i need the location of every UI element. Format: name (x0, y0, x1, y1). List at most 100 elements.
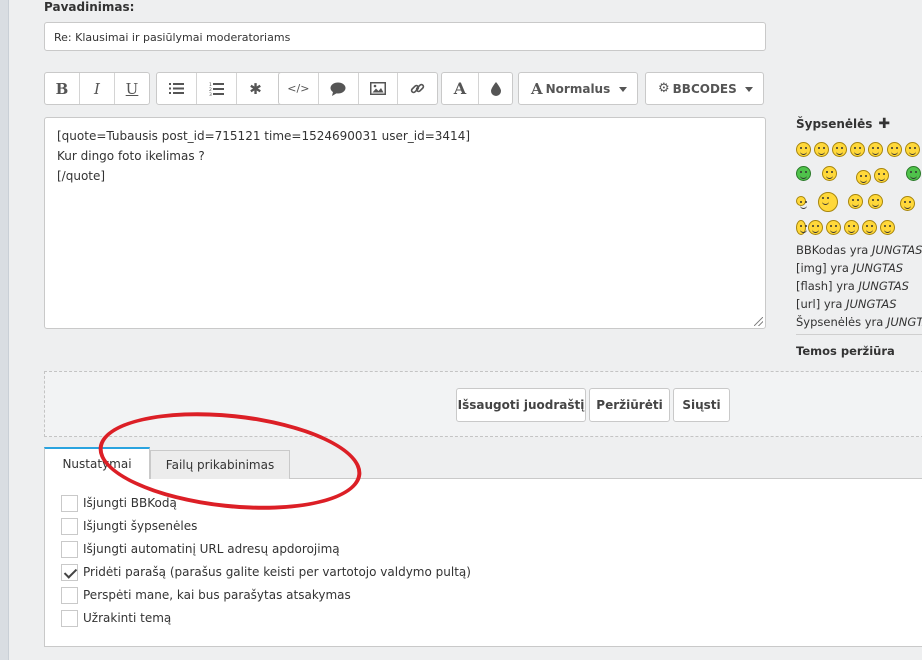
checkbox[interactable] (61, 540, 78, 558)
speech-bubble-icon (330, 82, 346, 96)
smilies-header: Šypsenėlės ✚ (796, 116, 922, 132)
link-button[interactable] (398, 73, 437, 104)
chevron-down-icon (619, 87, 627, 92)
left-edge-bar (0, 0, 9, 660)
option-disable-magic-url[interactable]: Išjungti automatinį URL adresų apdorojim… (61, 540, 340, 558)
option-notify-reply[interactable]: Perspėti mane, kai bus parašytas atsakym… (61, 586, 351, 604)
quote-button[interactable] (319, 73, 359, 104)
insert-button-group: </> (278, 72, 438, 105)
option-disable-bbcode[interactable]: Išjungti BBKodą (61, 494, 177, 512)
font-size-dropdown[interactable]: A Normalus (518, 72, 638, 105)
smiley-icon[interactable] (796, 220, 807, 235)
italic-button[interactable]: I (80, 73, 115, 104)
tab-attachments[interactable]: Failų prikabinimas (150, 450, 290, 479)
option-disable-smilies[interactable]: Išjungti šypsenėles (61, 517, 197, 535)
smiley-icon[interactable] (874, 168, 889, 183)
editor-line: [quote=Tubausis post_id=715121 time=1524… (57, 129, 471, 143)
color-button-group: A (441, 72, 513, 105)
checkbox[interactable] (61, 494, 78, 512)
smiley-icon[interactable] (796, 142, 811, 157)
smilies-grid (796, 138, 922, 242)
font-letter-icon: A (453, 79, 467, 98)
droplet-icon (490, 81, 501, 96)
sidebar-divider (796, 334, 922, 335)
checkbox[interactable] (61, 586, 78, 604)
bbcodes-dropdown[interactable]: ⚙ BBCODES (645, 72, 764, 105)
list-item-button[interactable]: ✱ (237, 73, 274, 104)
bullet-list-button[interactable] (157, 73, 197, 104)
resize-handle[interactable] (754, 317, 763, 326)
settings-panel: Išjungti BBKodą Išjungti šypsenėles Išju… (44, 479, 922, 647)
smilies-title: Šypsenėlės (796, 117, 873, 131)
svg-text:3: 3 (209, 92, 212, 96)
checkbox-checked[interactable] (61, 563, 78, 581)
smiley-icon[interactable] (814, 142, 829, 157)
message-editor[interactable]: [quote=Tubausis post_id=715121 time=1524… (44, 117, 766, 329)
option-attach-signature[interactable]: Pridėti parašą (parašus galite keisti pe… (61, 563, 471, 581)
smiley-icon[interactable] (868, 194, 883, 209)
editor-line: [/quote] (57, 169, 106, 183)
checkbox[interactable] (61, 609, 78, 627)
bbcodes-label: BBCODES (672, 81, 737, 96)
underline-icon: U (125, 79, 139, 98)
asterisk-icon: ✱ (249, 79, 262, 98)
font-color-button[interactable]: A (442, 73, 479, 104)
submit-button[interactable]: Siųsti (673, 388, 730, 422)
bold-button[interactable]: B (45, 73, 80, 104)
chevron-down-icon (745, 87, 753, 92)
smiley-icon[interactable] (808, 220, 823, 235)
smiley-icon[interactable] (887, 142, 902, 157)
smiley-icon[interactable] (818, 192, 838, 212)
options-tabs: Nustatymai Failų prikabinimas (44, 447, 922, 480)
smiley-icon[interactable] (844, 220, 859, 235)
color-picker-button[interactable] (479, 73, 512, 104)
link-icon (410, 83, 425, 94)
plus-icon[interactable]: ✚ (878, 116, 890, 132)
url-status-item: [url] yra JUNGTAS (796, 297, 897, 311)
smiley-icon[interactable] (848, 194, 863, 209)
subject-input[interactable]: Re: Klausimai ir pasiūlymai moderatoriam… (44, 22, 766, 51)
smiley-icon[interactable] (862, 220, 877, 235)
smilies-panel: Šypsenėlės ✚ (796, 116, 922, 242)
smiley-icon[interactable] (856, 170, 871, 185)
code-button[interactable]: </> (279, 73, 319, 104)
format-button-group: B I U (44, 72, 150, 105)
topic-preview-link[interactable]: Temos peržiūra (796, 344, 895, 358)
option-lock-topic[interactable]: Užrakinti temą (61, 609, 171, 627)
checkbox[interactable] (61, 517, 78, 535)
editor-line: Kur dingo foto ikelimas ? (57, 149, 205, 163)
smiley-icon[interactable] (906, 166, 921, 181)
bullet-list-icon (169, 83, 184, 94)
underline-button[interactable]: U (115, 73, 149, 104)
bbcode-status-list: BBKodas yra JUNGTAS [img] yra JUNGTAS [f… (796, 241, 922, 331)
smiley-icon[interactable] (880, 220, 895, 235)
font-size-label: Normalus (545, 81, 611, 96)
smiley-icon[interactable] (905, 142, 920, 157)
save-draft-button[interactable]: Išsaugoti juodraštį (456, 388, 586, 422)
tab-settings[interactable]: Nustatymai (44, 447, 150, 480)
smilies-status-item: Šypsenėlės yra JUNGTAS (796, 315, 922, 329)
submit-buttons-panel: Išsaugoti juodraštį Peržiūrėti Siųsti (44, 371, 922, 437)
gear-icon: ⚙ (658, 81, 670, 96)
bbcode-status-item: BBKodas yra JUNGTAS (796, 243, 922, 257)
flash-status-item: [flash] yra JUNGTAS (796, 279, 909, 293)
image-icon (369, 82, 386, 95)
image-button[interactable] (359, 73, 399, 104)
preview-button[interactable]: Peržiūrėti (589, 388, 670, 422)
italic-icon: I (94, 79, 100, 98)
code-icon: </> (287, 82, 310, 95)
subject-label: Pavadinimas: (44, 0, 135, 14)
img-status-item: [img] yra JUNGTAS (796, 261, 904, 275)
smiley-icon[interactable] (796, 166, 811, 181)
smiley-icon[interactable] (900, 196, 915, 211)
smiley-icon[interactable] (796, 196, 807, 209)
numbered-list-button[interactable]: 123 (197, 73, 237, 104)
numbered-list-icon: 123 (209, 82, 224, 96)
smiley-icon[interactable] (826, 220, 841, 235)
smiley-icon[interactable] (832, 142, 847, 157)
font-size-icon: A (531, 79, 543, 98)
bold-icon: B (55, 79, 69, 98)
smiley-icon[interactable] (868, 142, 883, 157)
smiley-icon[interactable] (822, 166, 837, 181)
smiley-icon[interactable] (850, 142, 865, 157)
